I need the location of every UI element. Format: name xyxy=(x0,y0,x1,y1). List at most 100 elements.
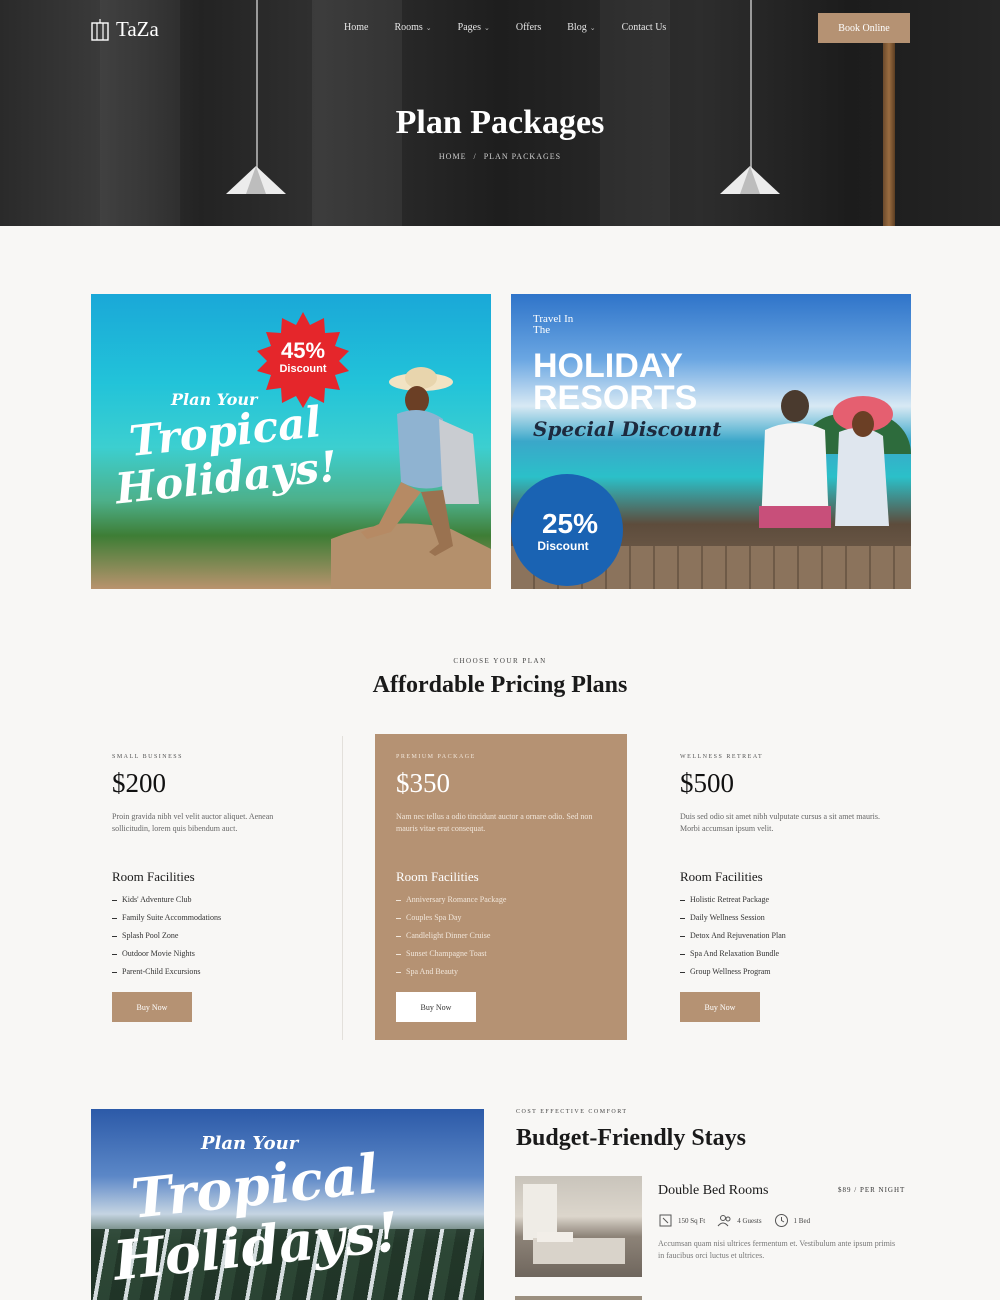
meta-guests: 4 Guests xyxy=(717,1213,762,1228)
budget-title: Budget-Friendly Stays xyxy=(516,1125,747,1151)
plan-price: $350 xyxy=(396,768,450,798)
buy-now-button[interactable]: Buy Now xyxy=(396,992,476,1022)
nav-item-pages[interactable]: Pages ⌄ xyxy=(458,22,490,33)
meta-text: 150 Sq Ft xyxy=(678,1216,706,1225)
list-item: Family Suite Accommodations xyxy=(112,909,322,927)
list-item: Splash Pool Zone xyxy=(112,927,322,945)
nav-item-home[interactable]: Home xyxy=(344,22,368,33)
pricing-eyebrow: Choose Your Plan xyxy=(453,657,547,665)
room-name[interactable]: Double Bed Rooms xyxy=(658,1183,768,1199)
plan-description: Duis sed odio sit amet nibh vulputate cu… xyxy=(680,812,880,834)
promo-banner-resorts[interactable]: Travel In The HOLIDAY RESORTS Special Di… xyxy=(511,294,911,589)
plan-description: Nam nec tellus a odio tincidunt auctor a… xyxy=(396,812,593,834)
list-item: Detox And Rejuvenation Plan xyxy=(680,927,890,945)
nav-label: Contact Us xyxy=(621,22,667,33)
facility-text: Group Wellness Program xyxy=(690,967,771,976)
nav-label: Blog xyxy=(567,22,587,33)
hero-banner: TaZa Home Rooms ⌄ Pages ⌄ Offers Blog ⌄ Con… xyxy=(0,0,1000,226)
facility-text: Family Suite Accommodations xyxy=(122,913,222,922)
facility-text: Sunset Champagne Toast xyxy=(406,949,487,958)
couple-figure xyxy=(759,390,893,528)
dash-icon xyxy=(396,899,401,901)
room-price: $89 / Per Night xyxy=(838,1186,906,1194)
budget-promo-image[interactable]: Plan Your Tropical Holidays! xyxy=(91,1109,484,1300)
dash-icon xyxy=(396,917,401,919)
nav-label: Home xyxy=(344,22,369,33)
room-description: Accumsan quam nisi ultrices fermentum et… xyxy=(658,1239,896,1260)
list-item: Spa And Beauty xyxy=(396,963,606,981)
dash-icon xyxy=(112,899,117,901)
chevron-down-icon: ⌄ xyxy=(425,23,432,32)
dash-icon xyxy=(680,953,685,955)
pendant-lamp-icon xyxy=(720,166,780,194)
dash-icon xyxy=(396,935,401,937)
nav-label: Offers xyxy=(515,22,542,33)
dash-icon xyxy=(112,917,117,919)
promo-script-text: Plan Your xyxy=(201,1133,299,1154)
breadcrumb-home[interactable]: Home xyxy=(439,152,467,161)
nav-item-blog[interactable]: Blog ⌄ xyxy=(567,22,595,33)
badge-value: 45% xyxy=(280,338,326,363)
logo-text: TaZa xyxy=(116,17,159,41)
list-item: Daily Wellness Session xyxy=(680,909,890,927)
facility-text: Daily Wellness Session xyxy=(690,913,765,922)
facility-text: Spa And Relaxation Bundle xyxy=(690,949,780,958)
room-thumbnail[interactable] xyxy=(515,1176,642,1277)
nav-item-offers[interactable]: Offers xyxy=(516,22,541,33)
buy-now-button[interactable]: Buy Now xyxy=(112,992,192,1022)
facility-text: Spa And Beauty xyxy=(406,967,458,976)
plan-card-small: Small Business $200 Proin gravida nibh v… xyxy=(91,734,343,1040)
dash-icon xyxy=(112,935,117,937)
breadcrumb-separator: / xyxy=(473,152,477,161)
building-icon xyxy=(91,18,109,41)
meta-bed: 1 Bed xyxy=(774,1213,811,1228)
lamp-cord xyxy=(256,0,258,170)
meta-text: 1 Bed xyxy=(793,1216,811,1225)
area-icon xyxy=(659,1214,672,1227)
dash-icon xyxy=(112,953,117,955)
plan-card-premium: Premium Package $350 Nam nec tellus a od… xyxy=(375,734,627,1040)
promo-headline-2: RESORTS xyxy=(533,379,698,417)
plan-label: Small Business xyxy=(112,754,183,760)
dash-icon xyxy=(112,971,117,973)
facilities-list: Holistic Retreat Package Daily Wellness … xyxy=(680,891,890,981)
breadcrumb-current: Plan Packages xyxy=(483,152,562,161)
pillow xyxy=(537,1232,573,1242)
pendant-lamp-icon xyxy=(226,166,286,194)
buy-now-button[interactable]: Buy Now xyxy=(680,992,760,1022)
chevron-down-icon: ⌄ xyxy=(589,23,596,32)
plan-card-wellness: Wellness Retreat $500 Duis sed odio sit … xyxy=(659,734,911,1040)
travel-text-2: The xyxy=(533,324,551,336)
nav-item-contact[interactable]: Contact Us xyxy=(622,22,667,33)
room-thumbnail[interactable] xyxy=(515,1296,642,1300)
badge-value: 25% xyxy=(541,508,599,539)
plan-label: Wellness Retreat xyxy=(680,754,764,760)
lamp-cord xyxy=(750,0,752,170)
main-nav: Home Rooms ⌄ Pages ⌄ Offers Blog ⌄ Contact … xyxy=(344,22,692,33)
facilities-heading: Room Facilities xyxy=(680,869,763,884)
list-item: Outdoor Movie Nights xyxy=(112,945,322,963)
facility-text: Kids' Adventure Club xyxy=(122,895,192,904)
meta-text: 4 Guests xyxy=(737,1216,762,1225)
list-item: Group Wellness Program xyxy=(680,963,890,981)
nav-label: Pages xyxy=(457,22,482,33)
promo-headline-1: HOLIDAY xyxy=(533,347,683,385)
plan-label: Premium Package xyxy=(396,754,476,760)
room-meta: 150 Sq Ft 4 Guests 1 Bed xyxy=(658,1213,810,1228)
guests-icon xyxy=(717,1215,731,1227)
list-item: Spa And Relaxation Bundle xyxy=(680,945,890,963)
facilities-heading: Room Facilities xyxy=(396,869,479,884)
meta-area: 150 Sq Ft xyxy=(658,1213,705,1228)
pricing-title: Affordable Pricing Plans xyxy=(372,672,628,698)
site-logo[interactable]: TaZa xyxy=(90,17,159,42)
list-item: Parent-Child Excursions xyxy=(112,963,322,981)
dash-icon xyxy=(680,899,685,901)
nav-label: Rooms xyxy=(394,22,423,33)
traveler-figure xyxy=(331,367,491,589)
dash-icon xyxy=(680,935,685,937)
facility-text: Splash Pool Zone xyxy=(122,931,179,940)
promo-banner-tropical[interactable]: 45% Discount Plan Your Tropical Holidays… xyxy=(91,294,491,589)
nav-item-rooms[interactable]: Rooms ⌄ xyxy=(394,22,431,33)
dash-icon xyxy=(680,917,685,919)
book-online-button[interactable]: Book Online xyxy=(818,13,910,43)
